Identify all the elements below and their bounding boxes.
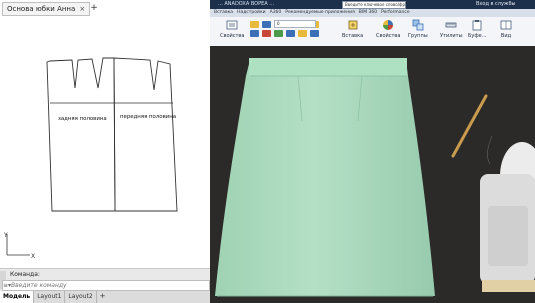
sign-in-link[interactable]: Вход в службы xyxy=(476,1,515,7)
insert-button[interactable]: Вставка xyxy=(342,19,363,39)
ruler xyxy=(482,280,535,292)
utilities-button[interactable]: Утилиты xyxy=(440,19,463,39)
measure-icon xyxy=(445,22,457,28)
insert-label: Вставка xyxy=(342,33,364,39)
utilities-label: Утилиты xyxy=(440,33,463,39)
window-title: ... ANADOXA BOPEA ... xyxy=(218,1,275,7)
tab-model[interactable]: Модель xyxy=(0,291,35,303)
properties-label: Свойства xyxy=(220,33,245,39)
title-bar: ... ANADOXA BOPEA ... Введите ключевое с… xyxy=(210,0,535,9)
tab-layout1[interactable]: Layout1 xyxy=(34,291,66,303)
groups-button[interactable]: Группы xyxy=(408,19,428,39)
tab-featured-apps[interactable]: Рекомендуемые приложения xyxy=(285,9,355,17)
clipboard-label: Буфе... xyxy=(468,33,487,39)
thaw-icon[interactable] xyxy=(274,30,283,37)
command-input[interactable] xyxy=(11,281,191,290)
view-icon xyxy=(500,20,512,30)
tab-a360[interactable]: A360 xyxy=(270,9,282,17)
command-label: Команда: xyxy=(10,271,40,278)
command-prefix-icon[interactable]: ≡▾ xyxy=(3,282,11,289)
back-half-label: задняя половина xyxy=(58,116,107,122)
file-tab[interactable]: Основа юбки Анна × xyxy=(2,2,91,16)
cad-ribbon: ... ANADOXA BOPEA ... Введите ключевое с… xyxy=(210,0,535,47)
ucs-y-label: Y xyxy=(3,232,8,239)
groups-label: Группы xyxy=(408,33,428,39)
match-layer-icon[interactable] xyxy=(250,30,259,37)
tab-layout2[interactable]: Layout2 xyxy=(65,291,97,303)
insert-block-icon xyxy=(348,20,357,30)
add-layout-button[interactable]: + xyxy=(97,291,109,303)
color-wheel-icon xyxy=(383,20,394,30)
cad-drawing-window: Основа юбки Анна × + задняя половина пер… xyxy=(0,0,212,303)
tab-insert[interactable]: Вставка xyxy=(214,9,233,17)
layer-icon[interactable] xyxy=(262,21,271,28)
tab-bim360[interactable]: BIM 360 xyxy=(359,9,377,17)
walk-icon[interactable] xyxy=(286,30,295,37)
properties-icon xyxy=(226,20,238,30)
back-half-outline xyxy=(46,57,116,212)
layer-dropdown[interactable]: 0 xyxy=(274,20,316,28)
search-input[interactable]: Введите ключевое слово/фразу xyxy=(342,1,406,9)
off-icon[interactable] xyxy=(262,30,271,37)
tab-addins[interactable]: Надстройки xyxy=(237,9,266,17)
copy-layer-icon[interactable] xyxy=(310,30,319,37)
front-half-label: передняя половина xyxy=(120,114,176,120)
ucs-x-label: X xyxy=(31,253,35,260)
front-half-outline xyxy=(113,57,178,212)
match-properties-button[interactable]: Свойства xyxy=(376,19,400,39)
skirt-photo xyxy=(210,46,535,303)
clipboard-button[interactable]: Буфе... xyxy=(468,19,487,39)
light-bulb-icon[interactable] xyxy=(250,21,259,28)
tab-performance[interactable]: Performance xyxy=(381,9,410,17)
ribbon-tabs: Вставка Надстройки A360 Рекомендуемые пр… xyxy=(210,9,535,17)
skirt xyxy=(215,58,435,297)
view-button[interactable]: Вид xyxy=(500,19,512,39)
current-icon[interactable] xyxy=(298,30,307,37)
file-tab-label: Основа юбки Анна xyxy=(7,5,76,13)
properties-button[interactable]: Свойства xyxy=(220,19,244,39)
clipboard-icon xyxy=(472,20,482,31)
layout-tabs: Модель Layout1 Layout2 + xyxy=(0,291,212,303)
new-tab-button[interactable]: + xyxy=(89,3,99,13)
command-area: Команда: ≡▾ xyxy=(0,268,212,291)
command-line[interactable]: ≡▾ xyxy=(2,280,210,291)
close-tab-icon[interactable]: × xyxy=(79,5,85,13)
ucs-icon: Y X xyxy=(3,232,35,260)
skirt-pattern-drawing: задняя половина передняя половина xyxy=(46,57,178,212)
match-properties-label: Свойства xyxy=(376,33,401,39)
skirt-photo-image xyxy=(210,46,535,303)
view-label: Вид xyxy=(500,33,512,39)
ribbon-panel: 0 Свойства Вставка Свойства Группы Утили… xyxy=(210,17,535,47)
group-icon xyxy=(412,19,424,31)
